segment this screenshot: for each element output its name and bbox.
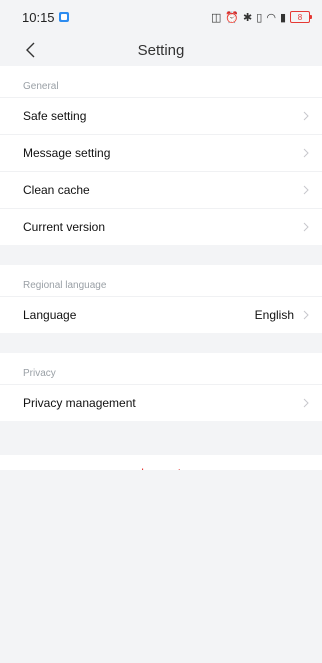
row-right	[302, 398, 310, 408]
chevron-right-icon	[303, 222, 309, 232]
battery-icon: 8	[290, 11, 312, 23]
current-version-row[interactable]: Current version	[0, 208, 322, 245]
bottom-background	[0, 470, 322, 663]
back-button[interactable]	[18, 38, 42, 62]
row-right	[302, 111, 310, 121]
privacy-management-row[interactable]: Privacy management	[0, 384, 322, 421]
row-label: Current version	[23, 220, 106, 234]
back-arrow-icon	[26, 42, 35, 58]
row-right	[302, 222, 310, 232]
section-title-regional: Regional language	[23, 280, 107, 291]
navigation-bar: Setting	[0, 34, 322, 66]
row-label: Clean cache	[23, 183, 90, 197]
row-label: Language	[23, 308, 77, 322]
vibrate-icon: ▯	[256, 11, 263, 24]
language-row[interactable]: Language English	[0, 296, 322, 333]
general-section: General Safe setting Message setting Cle…	[0, 66, 322, 245]
wifi-icon: ◠	[266, 11, 276, 24]
status-time: 10:15	[22, 9, 55, 25]
row-right: English	[255, 308, 310, 322]
section-divider	[0, 245, 322, 265]
safe-setting-row[interactable]: Safe setting	[0, 97, 322, 134]
alarm-icon: ⏰	[225, 11, 240, 24]
chevron-right-icon	[303, 111, 309, 121]
bluetooth-icon: ✱	[243, 11, 253, 24]
row-right	[302, 185, 310, 195]
message-setting-row[interactable]: Message setting	[0, 134, 322, 171]
battery-level: 8	[297, 12, 303, 22]
status-bar: 10:15 ◫ ⏰ ✱ ▯ ◠ ▮ 8	[0, 0, 322, 34]
chevron-right-icon	[303, 310, 309, 320]
clean-cache-row[interactable]: Clean cache	[0, 171, 322, 208]
status-icons: ◫ ⏰ ✱ ▯ ◠ ▮ 8	[210, 11, 312, 24]
nfc-icon: ◫	[210, 11, 222, 24]
language-value: English	[254, 308, 294, 322]
privacy-section: Privacy Privacy management	[0, 353, 322, 421]
page-title: Setting	[137, 41, 185, 59]
status-left: 10:15	[22, 10, 69, 25]
regional-language-section: Regional language Language English	[0, 265, 322, 333]
app-notification-icon	[58, 12, 69, 22]
row-right	[302, 148, 310, 158]
chevron-right-icon	[303, 398, 309, 408]
section-divider	[0, 333, 322, 353]
section-divider	[0, 421, 322, 455]
section-title-general: General	[23, 81, 59, 92]
chevron-right-icon	[303, 148, 309, 158]
row-label: Message setting	[23, 146, 111, 160]
row-label: Privacy management	[23, 396, 136, 410]
signal-icon: ▮	[279, 11, 286, 24]
row-label: Safe setting	[23, 109, 87, 123]
section-title-privacy: Privacy	[23, 368, 56, 379]
chevron-right-icon	[303, 185, 309, 195]
